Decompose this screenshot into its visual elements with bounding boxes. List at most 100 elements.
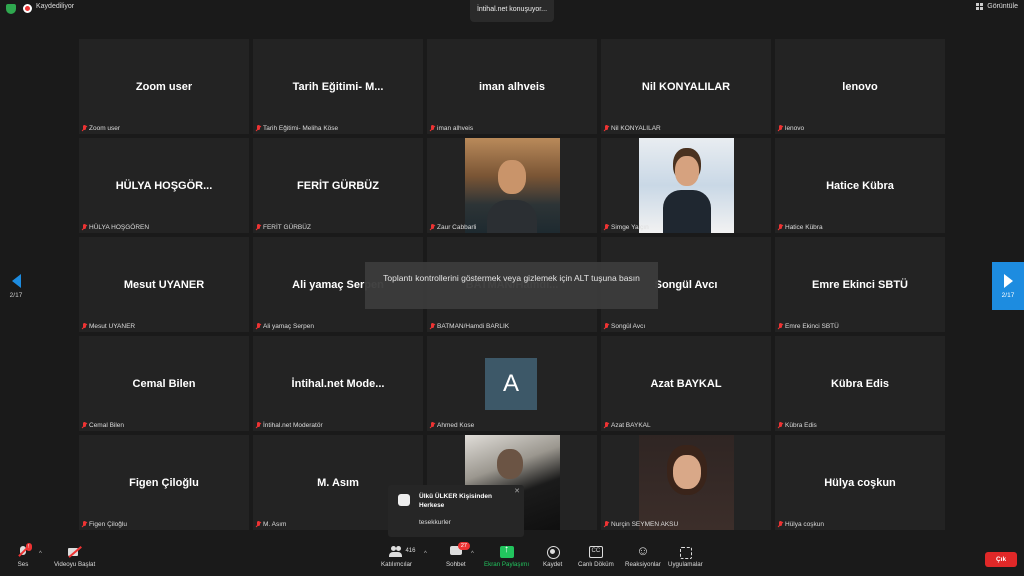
muted-mic-icon (604, 125, 609, 132)
participant-tile[interactable]: Hatice Kübra Hatice Kübra (775, 138, 945, 233)
previous-page-button[interactable]: 2/17 (0, 262, 32, 310)
share-screen-button[interactable]: Ekran Paylaşımı (484, 544, 529, 568)
leave-meeting-button[interactable]: Çık (985, 552, 1017, 567)
muted-mic-icon (256, 521, 261, 528)
grid-view-icon (976, 3, 984, 10)
reactions-label: Reaksiyonlar (625, 561, 661, 568)
participant-display-name: Hatice Kübra (826, 180, 894, 192)
participant-video (639, 435, 734, 530)
apps-label: Uygulamalar (668, 561, 703, 568)
close-icon[interactable]: ✕ (514, 487, 520, 495)
participant-name-label: FERİT GÜRBÜZ (256, 224, 311, 231)
previous-page-indicator: 2/17 (9, 291, 23, 299)
top-bar: Kaydediliyor İntihal.net konuşuyor... Gö… (0, 0, 1024, 38)
participant-tile[interactable]: Mesut UYANER Mesut UYANER (79, 237, 249, 332)
muted-mic-icon (778, 422, 783, 429)
muted-mic-icon (82, 521, 87, 528)
record-button[interactable]: Kaydet (543, 546, 562, 568)
recording-icon (23, 4, 32, 13)
view-button[interactable]: Görüntüle (976, 3, 1018, 10)
participant-name: Kübra Edis (785, 422, 817, 429)
participant-tile[interactable]: Simge Yalçın (601, 138, 771, 233)
participant-tile[interactable]: Zoom user Zoom user (79, 39, 249, 134)
participant-tile[interactable]: Tarih Eğitimi- M... Tarih Eğitimi- Meliha… (253, 39, 423, 134)
chat-notification[interactable]: Ülkü ÜLKER Kişisinden Herkese tesekkurle… (388, 485, 524, 537)
participant-name-label: Simge Yalçın (604, 224, 649, 231)
participant-tile[interactable]: Emre Ekinci SBTÜ Emre Ekinci SBTÜ (775, 237, 945, 332)
participant-name: Emre Ekinci SBTÜ (785, 323, 839, 330)
chat-options-caret-icon[interactable]: ^ (471, 551, 474, 557)
participant-name-label: Hülya coşkun (778, 521, 824, 528)
audio-button[interactable]: ! Ses (16, 543, 32, 568)
recording-label: Kaydediliyor (36, 3, 75, 10)
apps-button[interactable]: Uygulamalar (668, 546, 703, 568)
muted-mic-icon (256, 125, 261, 132)
participant-name: Simge Yalçın (611, 224, 649, 231)
participant-display-name: İntihal.net Mode... (291, 378, 385, 390)
participant-tile[interactable]: iman alhveis iman alhveis (427, 39, 597, 134)
active-speaker-label: İntihal.net konuşuyor... (470, 0, 554, 22)
participant-name: M. Asım (263, 521, 287, 528)
participant-display-name: Kübra Edis (830, 378, 890, 390)
next-page-button[interactable]: 2/17 (992, 262, 1024, 310)
live-transcript-button[interactable]: CC Canlı Döküm (578, 546, 614, 568)
participants-options-caret-icon[interactable]: ^ (424, 551, 427, 557)
muted-mic-icon (82, 422, 87, 429)
participant-name: Azat BAYKAL (611, 422, 651, 429)
share-screen-icon (499, 544, 514, 558)
chat-icon: 27 (449, 542, 470, 558)
chat-button[interactable]: 27 Sohbet (446, 542, 470, 568)
participant-name: lenovo (785, 125, 805, 132)
audio-options-caret-icon[interactable]: ^ (39, 551, 42, 557)
participant-name: iman alhveis (437, 125, 474, 132)
participants-button[interactable]: 416 Katılımcılar (381, 546, 415, 568)
muted-mic-icon (82, 125, 87, 132)
participant-name: Hülya coşkun (785, 521, 825, 528)
participants-label: Katılımcılar (381, 561, 412, 568)
participant-tile[interactable]: İntihal.net Mode... İntihal.net Moderatör (253, 336, 423, 431)
participant-display-name: Emre Ekinci SBTÜ (812, 279, 908, 291)
muted-mic-icon (604, 422, 609, 429)
participant-tile[interactable]: lenovo lenovo (775, 39, 945, 134)
participant-tile[interactable]: Kübra Edis Kübra Edis (775, 336, 945, 431)
participant-tile[interactable]: Nil KONYALILAR Nil KONYALILAR (601, 39, 771, 134)
participant-display-name: FERİT GÜRBÜZ (297, 180, 379, 192)
start-video-button[interactable]: Videoyu Başlat (54, 546, 95, 568)
participant-name: Figen Çiloğlu (89, 521, 127, 528)
participant-tile[interactable]: Zaur Cabbarli (427, 138, 597, 233)
participant-tile[interactable]: FERİT GÜRBÜZ FERİT GÜRBÜZ (253, 138, 423, 233)
participant-name-label: İntihal.net Moderatör (256, 422, 323, 429)
participant-tile[interactable]: Figen Çiloğlu Figen Çiloğlu (79, 435, 249, 530)
participant-display-name: HÜLYA HOŞGÖR... (115, 180, 213, 192)
muted-mic-icon (604, 521, 609, 528)
participant-tile[interactable]: Nurçin SEYMEN AKSU (601, 435, 771, 530)
participant-name: Ahmed Kose (437, 422, 475, 429)
audio-alert-badge: ! (26, 543, 32, 551)
participant-name-label: Emre Ekinci SBTÜ (778, 323, 839, 330)
muted-mic-icon (430, 224, 435, 231)
muted-mic-icon (256, 422, 261, 429)
security-shield-icon[interactable] (6, 4, 16, 14)
record-label: Kaydet (543, 561, 563, 568)
participant-name-label: HÜLYA HOŞGÖREN (82, 224, 149, 231)
participant-display-name: Hülya coşkun (824, 477, 896, 489)
participant-tile[interactable]: Azat BAYKAL Azat BAYKAL (601, 336, 771, 431)
participant-tile[interactable]: Hülya coşkun Hülya coşkun (775, 435, 945, 530)
live-transcript-label: Canlı Döküm (578, 561, 614, 568)
participant-display-name: Zoom user (135, 81, 193, 93)
muted-mic-icon (256, 224, 261, 231)
apps-icon (678, 546, 693, 559)
participant-name: FERİT GÜRBÜZ (263, 224, 311, 231)
sender-avatar (398, 494, 410, 506)
participant-tile[interactable]: Cemal Bilen Cemal Bilen (79, 336, 249, 431)
participant-name: Mesut UYANER (89, 323, 136, 330)
participant-name: Songül Avcı (611, 323, 646, 330)
muted-mic-icon (430, 323, 435, 330)
participant-avatar: A (485, 358, 537, 410)
muted-mic-icon (778, 521, 783, 528)
participant-name: İntihal.net Moderatör (263, 422, 323, 429)
participant-tile[interactable]: HÜLYA HOŞGÖR... HÜLYA HOŞGÖREN (79, 138, 249, 233)
participant-tile[interactable]: A Ahmed Kose (427, 336, 597, 431)
reactions-button[interactable]: Reaksiyonlar (625, 543, 661, 568)
participant-display-name: Mesut UYANER (123, 279, 205, 291)
